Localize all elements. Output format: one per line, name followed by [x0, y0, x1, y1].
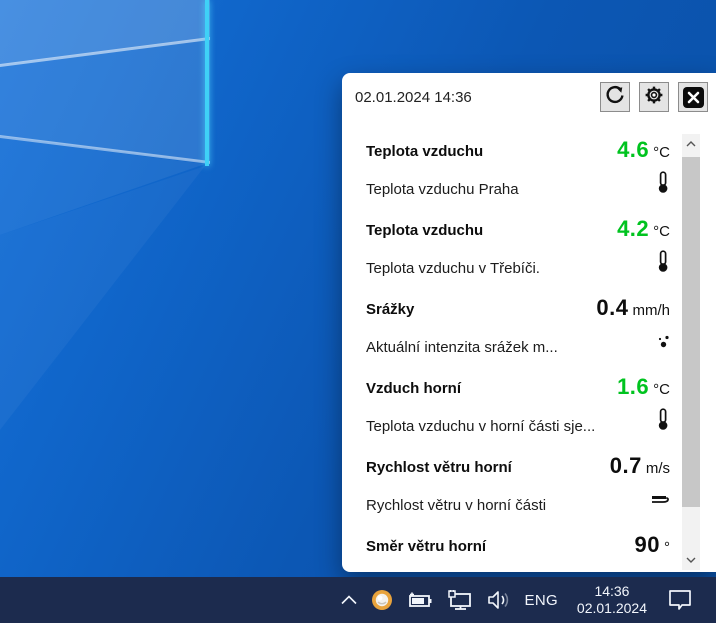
sensor-value: 0.4: [596, 295, 628, 320]
sensor-value: 4.2: [617, 216, 649, 241]
sensor-title: Srážky: [366, 301, 414, 318]
close-icon: [683, 87, 704, 108]
sensor-title: Teplota vzduchu: [366, 143, 483, 160]
sensor-row[interactable]: Směr větru horní 90°: [342, 538, 716, 572]
widget-header-buttons: [600, 82, 708, 112]
sensor-title: Rychlost větru horní: [366, 459, 512, 476]
sensor-value: 1.6: [617, 374, 649, 399]
sensor-unit: °C: [653, 144, 670, 161]
sensor-icon-slot: [652, 569, 672, 572]
sensor-description: Teplota vzduchu v Třebíči.: [366, 260, 540, 277]
scrollbar-thumb[interactable]: [682, 157, 700, 507]
close-button[interactable]: [678, 82, 708, 112]
sensor-description: Rychlost větru v horní části: [366, 497, 546, 514]
sensor-row[interactable]: Teplota vzduchu 4.2°C Teplota vzduchu v …: [342, 222, 716, 301]
sensor-value: 4.6: [617, 137, 649, 162]
sensor-unit: m/s: [646, 460, 670, 477]
sensor-title: Teplota vzduchu: [366, 222, 483, 239]
sensor-description: Teplota vzduchu Praha: [366, 181, 519, 198]
sensor-row[interactable]: Rychlost větru horní 0.7m/s Rychlost vět…: [342, 459, 716, 538]
network-icon[interactable]: [447, 589, 473, 611]
settings-button[interactable]: [639, 82, 669, 112]
taskbar-clock[interactable]: 14:36 02.01.2024: [577, 583, 647, 617]
sensor-row[interactable]: Srážky 0.4mm/h Aktuální intenzita srážek…: [342, 301, 716, 380]
raindrops-icon: [654, 332, 672, 355]
sensor-row[interactable]: Teplota vzduchu 4.6°C Teplota vzduchu Pr…: [342, 143, 716, 222]
sensor-description: Teplota vzduchu v horní části sje...: [366, 418, 595, 435]
sensor-value: 0.7: [610, 453, 642, 478]
sensor-icon-slot: [652, 174, 672, 196]
action-center-icon[interactable]: [666, 588, 694, 612]
weather-widget-panel: 02.01.2024 14:36: [342, 73, 716, 572]
show-hidden-icons-chevron[interactable]: [340, 595, 358, 605]
sensor-row[interactable]: Vzduch horní 1.6°C Teplota vzduchu v hor…: [342, 380, 716, 459]
sensor-list: Teplota vzduchu 4.6°C Teplota vzduchu Pr…: [342, 143, 716, 572]
wallpaper-cyan-edge: [205, 0, 209, 166]
sensor-icon-slot: [652, 332, 672, 354]
language-indicator[interactable]: ENG: [525, 592, 558, 609]
sensor-reading: 90°: [635, 532, 670, 558]
sensor-icon-slot: [652, 411, 672, 433]
gear-icon: [642, 83, 666, 112]
clock-date: 02.01.2024: [577, 600, 647, 617]
battery-charging-icon[interactable]: [406, 590, 434, 610]
sensor-unit: mm/h: [633, 302, 671, 319]
sensor-value: 90: [635, 532, 660, 557]
scrollbar[interactable]: [682, 134, 700, 570]
thermometer-icon: [654, 171, 672, 199]
volume-icon[interactable]: [486, 590, 512, 610]
sensor-reading: 0.7m/s: [610, 453, 670, 479]
tray-app-icon[interactable]: [371, 589, 393, 611]
sensor-icon-slot: [652, 253, 672, 275]
sensor-unit: °: [664, 539, 670, 556]
wind-icon: [650, 491, 672, 512]
scroll-up-icon[interactable]: [682, 134, 700, 154]
taskbar: ENG 14:36 02.01.2024: [0, 577, 716, 623]
refresh-icon: [604, 84, 626, 111]
thermometer-icon: [654, 408, 672, 436]
sensor-icon-slot: [652, 490, 672, 512]
desktop-wallpaper: 02.01.2024 14:36: [0, 0, 716, 623]
refresh-button[interactable]: [600, 82, 630, 112]
sensor-reading: 0.4 mm/h: [596, 295, 670, 321]
scroll-down-icon[interactable]: [682, 550, 700, 570]
widget-last-update: 02.01.2024 14:36: [355, 89, 472, 106]
clock-time: 14:36: [577, 583, 647, 600]
widget-header: 02.01.2024 14:36: [342, 73, 716, 125]
sensor-title: Směr větru horní: [366, 538, 486, 555]
sensor-unit: °C: [653, 381, 670, 398]
sensor-reading: 1.6°C: [617, 374, 670, 400]
sensor-description: Aktuální intenzita srážek m...: [366, 339, 558, 356]
sensor-reading: 4.6°C: [617, 137, 670, 163]
thermometer-icon: [654, 250, 672, 278]
sensor-title: Vzduch horní: [366, 380, 461, 397]
sensor-unit: °C: [653, 223, 670, 240]
sensor-reading: 4.2°C: [617, 216, 670, 242]
